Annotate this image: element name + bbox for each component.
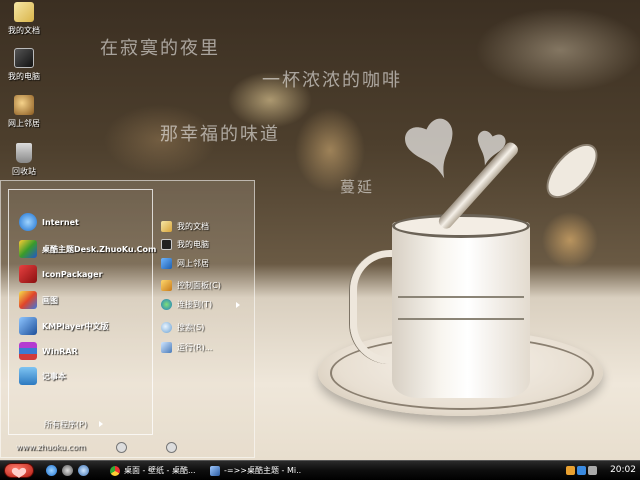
menu-item-zhuoku-theme[interactable]: 桌酷主题Desk.ZhuoKu.Com	[19, 240, 156, 258]
tray-icon[interactable]	[577, 466, 586, 475]
volume-icon[interactable]	[588, 466, 597, 475]
start-button[interactable]	[4, 463, 34, 478]
menu-item-kmplayer[interactable]: KMPlayer中文版	[19, 317, 109, 335]
network-icon	[161, 258, 172, 269]
menu-item-search[interactable]: 搜索(S)	[161, 322, 204, 333]
cup-stripe	[398, 318, 524, 320]
menu-item-control-panel[interactable]: 控制面板(C)	[161, 280, 221, 291]
system-tray: 20:02	[564, 461, 640, 480]
paint-icon	[19, 291, 37, 309]
menu-item-winrar[interactable]: WinRAR	[19, 342, 78, 360]
menu-item-label: 搜索(S)	[177, 323, 205, 332]
menu-item-notepad[interactable]: 记事本	[19, 367, 66, 385]
taskbar-button-theme[interactable]: -=>>桌酷主题 - Mi...	[210, 463, 302, 478]
desktop-icon-label: 我的文档	[8, 26, 40, 35]
menu-item-label: 桌酷主题Desk.ZhuoKu.Com	[42, 244, 157, 254]
cup-stripe	[398, 296, 524, 298]
heart-shape-icon	[405, 118, 453, 179]
tray-icon[interactable]	[566, 466, 575, 475]
desktop-icon-my-computer[interactable]: 我的电脑	[2, 48, 46, 82]
quicklaunch-desktop-icon[interactable]	[62, 465, 73, 476]
run-icon	[161, 342, 172, 353]
cup-rim	[392, 214, 530, 238]
menu-item-label: 我的电脑	[177, 240, 209, 249]
winrar-icon	[19, 342, 37, 360]
menu-item-label: 我的文档	[177, 222, 209, 231]
taskbar-button-label: -=>>桌酷主题 - Mi...	[224, 466, 302, 475]
zhuoku-theme-icon	[19, 240, 37, 258]
menu-item-my-computer[interactable]: 我的电脑	[161, 239, 209, 250]
menu-item-label: 网上邻居	[177, 259, 209, 268]
logoff-icon[interactable]	[116, 442, 127, 453]
coffee-cup	[392, 222, 530, 398]
menu-item-label: WinRAR	[42, 346, 78, 356]
desktop-icon-my-documents[interactable]: 我的文档	[2, 2, 46, 36]
submenu-arrow-icon	[236, 302, 240, 308]
desktop-icon-network-places[interactable]: 网上邻居	[2, 95, 46, 129]
computer-icon	[161, 239, 172, 250]
wallpaper-text: 蔓延	[340, 178, 375, 196]
my-documents-icon	[14, 2, 34, 22]
wallpaper-text: 那幸福的味道	[160, 124, 280, 145]
all-programs-label: 所有程序(P)	[44, 420, 88, 429]
all-programs-button[interactable]: 所有程序(P)	[44, 419, 87, 430]
iconpackager-icon	[19, 265, 37, 283]
menu-item-connect-to[interactable]: 连接到(T)	[161, 299, 212, 310]
recycle-bin-icon	[16, 143, 32, 163]
chrome-icon	[110, 465, 120, 476]
menu-item-label: 记事本	[42, 371, 66, 381]
taskbar-button-label: 桌面 - 壁纸 - 桌酷...	[124, 466, 196, 475]
folder-icon	[161, 221, 172, 232]
menu-item-network-places[interactable]: 网上邻居	[161, 258, 209, 269]
menu-item-internet[interactable]: Internet	[19, 213, 79, 231]
wallpaper-text: 一杯浓浓的咖啡	[262, 70, 402, 91]
all-programs-arrow-icon	[99, 421, 103, 427]
taskbar-button-browser[interactable]: 桌面 - 壁纸 - 桌酷...	[110, 463, 202, 478]
menu-item-label: 运行(R)...	[177, 343, 213, 352]
menu-item-label: IconPackager	[42, 269, 103, 279]
wallpaper-text: 在寂寞的夜里	[100, 38, 220, 59]
quicklaunch-media-icon[interactable]	[78, 465, 89, 476]
desktop-icon-recycle-bin[interactable]: 回收站	[2, 143, 46, 177]
kmplayer-icon	[19, 317, 37, 335]
desktop-icon-label: 网上邻居	[8, 119, 40, 128]
menu-item-run[interactable]: 运行(R)...	[161, 342, 212, 353]
footer-url: www.zhuoku.com	[16, 443, 86, 452]
menu-item-label: 连接到(T)	[177, 300, 213, 309]
search-icon	[161, 322, 172, 333]
quicklaunch-ie-icon[interactable]	[46, 465, 57, 476]
menu-item-label: 画图	[42, 295, 58, 305]
heart-start-icon	[11, 467, 27, 478]
spoon-head	[537, 135, 607, 207]
shutdown-icon[interactable]	[166, 442, 177, 453]
taskbar: 桌面 - 壁纸 - 桌酷... -=>>桌酷主题 - Mi... 20:02	[0, 460, 640, 480]
control-panel-icon	[161, 280, 172, 291]
notepad-icon	[19, 367, 37, 385]
desktop: 在寂寞的夜里 一杯浓浓的咖啡 那幸福的味道 蔓延 我的文档 我的电脑 网上邻居 …	[0, 0, 640, 480]
menu-item-my-documents[interactable]: 我的文档	[161, 221, 209, 232]
desktop-icon-label: 我的电脑	[8, 72, 40, 81]
internet-explorer-icon	[19, 213, 37, 231]
clock: 20:02	[610, 465, 636, 475]
network-places-icon	[14, 95, 34, 115]
connect-to-icon	[161, 299, 172, 310]
menu-item-label: 控制面板(C)	[177, 281, 221, 290]
desktop-icon-label: 回收站	[12, 167, 36, 176]
menu-item-iconpackager[interactable]: IconPackager	[19, 265, 103, 283]
window-icon	[210, 465, 220, 476]
menu-item-label: Internet	[42, 217, 79, 227]
my-computer-icon	[14, 48, 34, 68]
menu-item-paint[interactable]: 画图	[19, 291, 58, 309]
menu-item-label: KMPlayer中文版	[42, 321, 109, 331]
